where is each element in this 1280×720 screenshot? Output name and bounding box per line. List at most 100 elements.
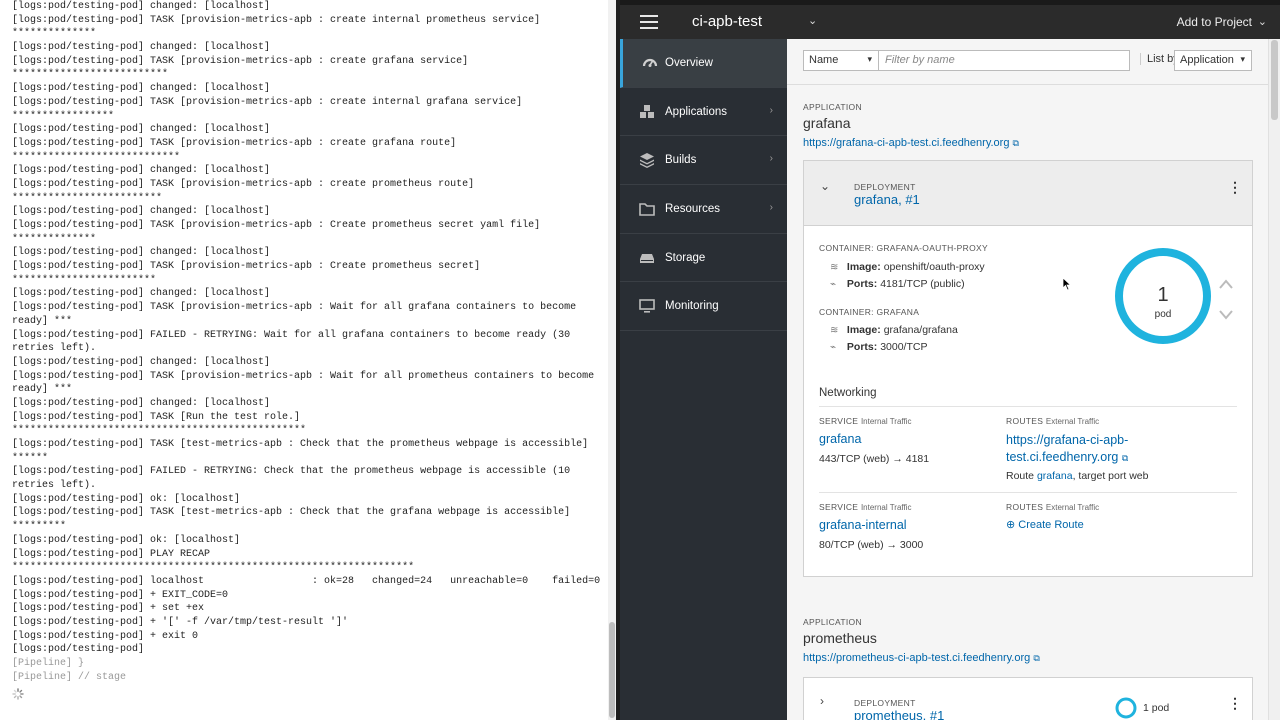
deployment-header[interactable]: ⌄ DEPLOYMENT grafana, #1 ⋮ bbox=[804, 161, 1252, 226]
overview-main[interactable]: Name ▾ Filter by name List by Applicatio… bbox=[787, 39, 1268, 720]
log-line: [logs:pod/testing-pod] bbox=[12, 644, 145, 656]
filter-input[interactable]: Filter by name bbox=[878, 50, 1130, 71]
list-by-label: List by bbox=[1140, 53, 1179, 65]
log-line: ****** bbox=[12, 452, 49, 464]
route-suffix: , target port web bbox=[1072, 470, 1149, 482]
log-lines: [logs:pod/testing-pod] changed: [localho… bbox=[12, 0, 607, 684]
list-by-select[interactable]: Application ▾ bbox=[1174, 50, 1252, 71]
application-label: APPLICATION bbox=[803, 617, 862, 627]
console-scrollbar[interactable] bbox=[608, 0, 616, 720]
deployment-label: DEPLOYMENT bbox=[854, 698, 916, 708]
main-scroll-thumb[interactable] bbox=[1271, 40, 1278, 120]
log-line: ************************** bbox=[12, 69, 169, 81]
list-by-value: Application bbox=[1180, 54, 1234, 66]
deployment-label: DEPLOYMENT bbox=[854, 182, 916, 192]
log-line: [logs:pod/testing-pod] ok: [localhost] bbox=[12, 534, 241, 546]
chevron-down-icon[interactable]: ⌄ bbox=[1258, 15, 1267, 28]
log-line: ********* bbox=[12, 521, 67, 533]
log-line: [logs:pod/testing-pod] changed: [localho… bbox=[12, 124, 271, 136]
routes-heading: ROUTES External Traffic bbox=[1006, 416, 1099, 426]
routes-subheading: External Traffic bbox=[1045, 417, 1100, 426]
sidebar-item-label: Applications bbox=[665, 105, 728, 118]
log-line: [logs:pod/testing-pod] PLAY RECAP bbox=[12, 548, 211, 560]
external-link-icon: ⧉ bbox=[1121, 452, 1129, 463]
log-line: [logs:pod/testing-pod] + exit 0 bbox=[12, 630, 199, 642]
chevron-down-icon[interactable]: ⌄ bbox=[820, 179, 830, 193]
container-label: CONTAINER: GRAFANA bbox=[819, 307, 920, 317]
log-line: [Pipeline] // stage bbox=[12, 671, 127, 683]
sidebar-item-label: Monitoring bbox=[665, 300, 719, 313]
application-url-link[interactable]: https://grafana-ci-apb-test.ci.feedhenry… bbox=[803, 137, 1019, 149]
sidebar-item-monitoring[interactable]: Monitoring bbox=[620, 282, 787, 332]
sidebar-item-builds[interactable]: Builds › bbox=[620, 136, 787, 186]
deployment-name-link[interactable]: prometheus, #1 bbox=[854, 708, 944, 720]
hamburger-menu-icon[interactable] bbox=[640, 15, 658, 29]
monitor-icon bbox=[639, 299, 655, 314]
log-line: ready] *** bbox=[12, 384, 73, 396]
console-scroll-thumb[interactable] bbox=[609, 622, 615, 718]
log-line: [logs:pod/testing-pod] TASK [provision-m… bbox=[12, 370, 595, 382]
scale-up-icon[interactable] bbox=[1218, 278, 1234, 290]
log-line: [logs:pod/testing-pod] TASK [provision-m… bbox=[12, 96, 523, 108]
service-subheading: Internal Traffic bbox=[860, 417, 912, 426]
routes-subheading: External Traffic bbox=[1045, 503, 1100, 512]
top-navbar: ci-apb-test ⌄ Add to Project ⌄ bbox=[620, 0, 1280, 39]
route-url-text: https://grafana-ci-apb-test.ci.feedhenry… bbox=[1006, 433, 1129, 464]
log-line: [Pipeline] } bbox=[12, 658, 85, 669]
layers-icon: ≋ bbox=[830, 325, 839, 336]
scale-down-icon[interactable] bbox=[1218, 309, 1234, 321]
log-line: [logs:pod/testing-pod] localhost : ok=28… bbox=[12, 575, 601, 587]
sidebar-item-resources[interactable]: Resources › bbox=[620, 185, 787, 234]
log-line: [logs:pod/testing-pod] changed: [localho… bbox=[12, 206, 271, 218]
log-line: [logs:pod/testing-pod] TASK [provision-m… bbox=[12, 178, 475, 190]
log-line: [logs:pod/testing-pod] TASK [test-metric… bbox=[12, 439, 589, 450]
image-label: Image: bbox=[846, 261, 881, 273]
sidebar-item-applications[interactable]: Applications › bbox=[620, 88, 787, 137]
container-label: CONTAINER: GRAFANA-OAUTH-PROXY bbox=[819, 243, 988, 253]
filter-field-value: Name bbox=[809, 54, 839, 66]
log-line: [logs:pod/testing-pod] + set +ex bbox=[12, 603, 205, 615]
service-port-mapping: 80/TCP (web) → 3000 bbox=[819, 539, 924, 551]
log-line: [logs:pod/testing-pod] + EXIT_CODE=0 bbox=[12, 589, 229, 601]
log-line: [logs:pod/testing-pod] FAILED - RETRYING… bbox=[12, 329, 571, 341]
container-ports-row: ⌁ Ports: 3000/TCP bbox=[830, 341, 927, 353]
route-url-link[interactable]: https://grafana-ci-apb-test.ci.feedhenry… bbox=[1006, 432, 1151, 466]
chevron-right-icon: › bbox=[769, 202, 773, 214]
application-url-link[interactable]: https://prometheus-ci-apb-test.ci.feedhe… bbox=[803, 652, 1040, 664]
log-line: retries left). bbox=[12, 480, 97, 492]
log-line: [logs:pod/testing-pod] changed: [localho… bbox=[12, 356, 271, 368]
container-image-row: ≋ Image: openshift/oauth-proxy bbox=[830, 261, 985, 273]
console-log-panel[interactable]: [logs:pod/testing-pod] changed: [localho… bbox=[0, 0, 618, 720]
main-scrollbar[interactable] bbox=[1268, 39, 1280, 720]
route-name-link[interactable]: grafana bbox=[1037, 470, 1073, 482]
sidebar-item-overview[interactable]: Overview bbox=[620, 39, 787, 88]
deployment-name-link[interactable]: grafana, #1 bbox=[854, 192, 920, 207]
log-line: [logs:pod/testing-pod] FAILED - RETRYING… bbox=[12, 466, 571, 478]
filter-field-select[interactable]: Name ▾ bbox=[803, 50, 879, 71]
layers-icon bbox=[640, 153, 654, 169]
pod-count-donut bbox=[1115, 697, 1137, 719]
kebab-menu-icon[interactable]: ⋮ bbox=[1228, 179, 1242, 196]
service-link-grafana[interactable]: grafana bbox=[819, 432, 861, 446]
create-route-link[interactable]: ⊕ Create Route bbox=[1006, 518, 1084, 531]
application-label: APPLICATION bbox=[803, 102, 862, 112]
sidebar-item-storage[interactable]: Storage bbox=[620, 234, 787, 283]
application-name: prometheus bbox=[803, 630, 877, 646]
project-name[interactable]: ci-apb-test bbox=[692, 13, 762, 30]
kebab-menu-icon[interactable]: ⋮ bbox=[1228, 695, 1242, 712]
log-line: [logs:pod/testing-pod] TASK [provision-m… bbox=[12, 14, 541, 26]
service-heading-text: SERVICE bbox=[819, 416, 859, 426]
log-line: [logs:pod/testing-pod] changed: [localho… bbox=[12, 288, 271, 300]
chevron-right-icon[interactable]: › bbox=[820, 694, 824, 708]
service-link-grafana-internal[interactable]: grafana-internal bbox=[819, 518, 907, 532]
log-line: [logs:pod/testing-pod] changed: [localho… bbox=[12, 42, 271, 54]
external-link-icon: ⧉ bbox=[1033, 653, 1040, 663]
log-line: ****************************************… bbox=[12, 562, 415, 574]
log-line: [logs:pod/testing-pod] TASK [provision-m… bbox=[12, 220, 541, 231]
deployment-card[interactable]: › DEPLOYMENT prometheus, #1 1 pod ⋮ bbox=[803, 677, 1253, 720]
sidebar-item-label: Resources bbox=[665, 202, 720, 215]
chevron-down-icon[interactable]: ⌄ bbox=[808, 14, 817, 27]
add-to-project-button[interactable]: Add to Project bbox=[1177, 15, 1252, 29]
sidebar-item-label: Builds bbox=[665, 154, 697, 167]
log-line: ***************** bbox=[12, 110, 115, 122]
